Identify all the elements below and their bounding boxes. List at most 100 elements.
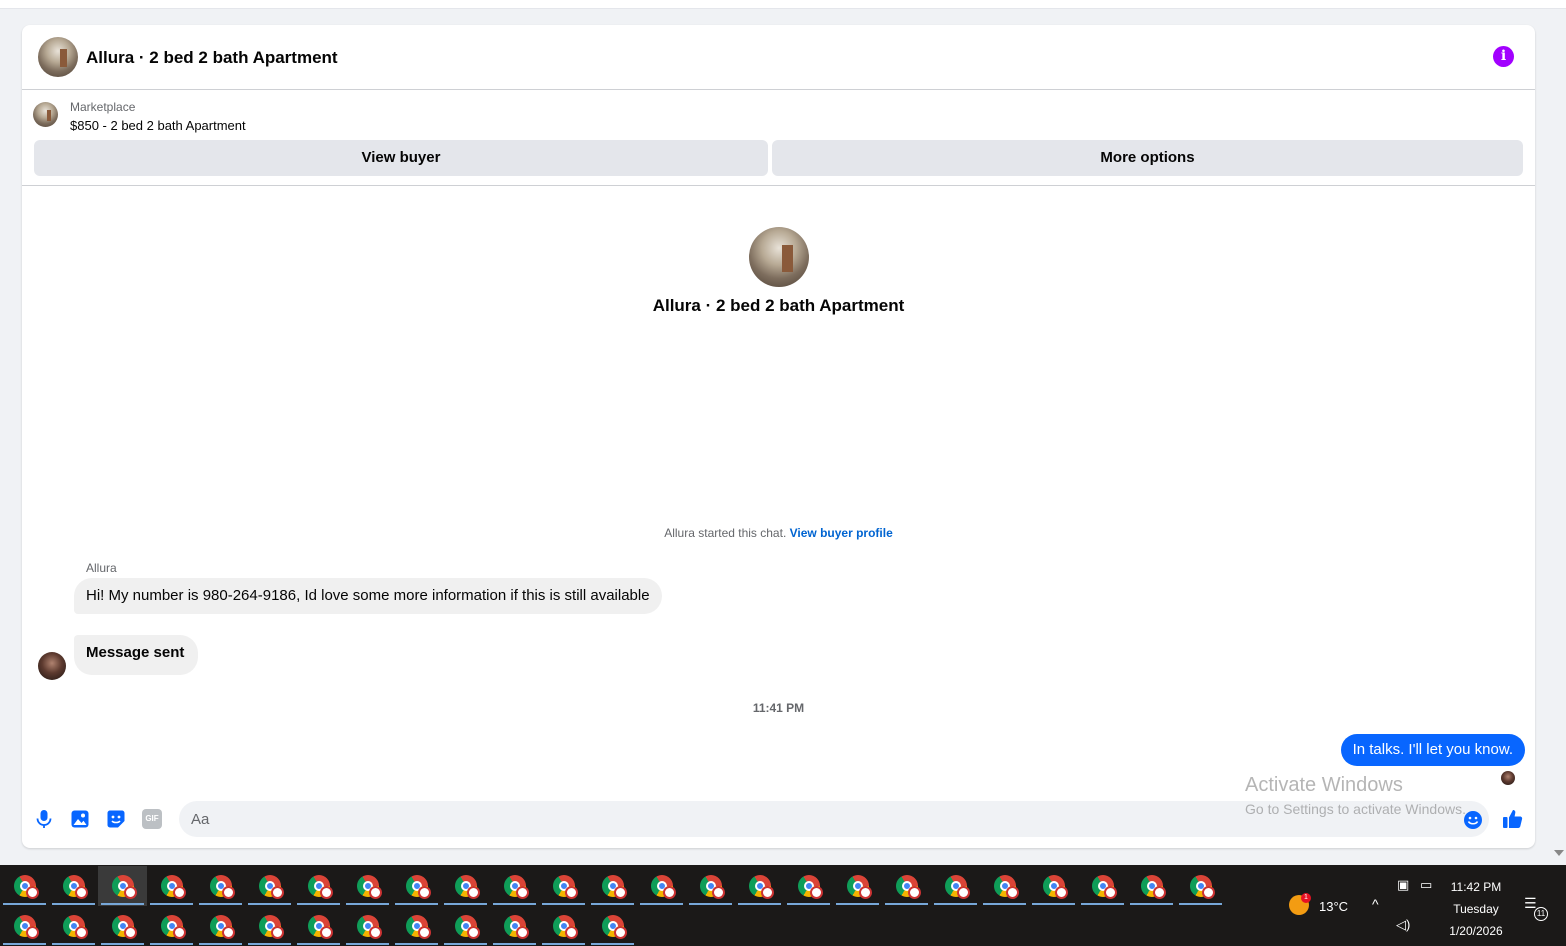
listing-thumbnail[interactable] [33,102,58,127]
incoming-message[interactable]: Hi! My number is 980-264-9186, Id love s… [74,578,662,614]
taskbar-chrome-window[interactable] [98,866,147,906]
clock-date: 1/20/2026 [1449,924,1503,938]
taskbar-chrome-window[interactable] [294,906,343,946]
profile-badge-icon [320,886,333,899]
meet-now-icon[interactable]: ▣ [1397,877,1409,893]
taskbar-chrome-window[interactable] [539,906,588,946]
sender-avatar[interactable] [38,652,66,680]
taskbar-chrome-window[interactable] [343,906,392,946]
chat-title[interactable]: Allura · 2 bed 2 bath Apartment [86,48,338,68]
profile-badge-icon [369,926,382,939]
profile-badge-icon [173,886,186,899]
scroll-down-arrow[interactable] [1554,850,1564,856]
profile-badge-icon [75,886,88,899]
clock-time: 11:42 PM [1450,880,1502,894]
taskbar-chrome-window[interactable] [735,866,784,906]
taskbar-chrome-window[interactable] [882,866,931,906]
conversation-title: Allura · 2 bed 2 bath Apartment [652,296,905,315]
emoji-icon[interactable] [1463,810,1483,830]
profile-badge-icon [75,926,88,939]
volume-icon[interactable]: ◁) [1396,917,1410,933]
taskbar-chrome-window[interactable] [196,866,245,906]
profile-badge-icon [271,926,284,939]
taskbar-chrome-window[interactable] [490,866,539,906]
listing-price-title[interactable]: $850 - 2 bed 2 bath Apartment [70,118,246,133]
profile-badge-icon [222,926,235,939]
taskbar-chrome-window[interactable] [294,866,343,906]
incoming-message[interactable]: Message sent [74,635,199,675]
taskbar-chrome-window[interactable] [245,866,294,906]
profile-badge-icon [516,926,529,939]
taskbar-chrome-window[interactable] [588,906,637,946]
profile-badge-icon [369,886,382,899]
taskbar-chrome-window[interactable] [1127,866,1176,906]
info-icon[interactable]: i [1493,46,1514,67]
chevron-up-icon[interactable]: ^ [1372,896,1379,912]
taskbar-chrome-window[interactable] [343,866,392,906]
profile-badge-icon [1104,886,1117,899]
listing-avatar[interactable] [38,37,78,77]
outgoing-message[interactable]: In talks. I'll let you know. [1340,734,1525,766]
photo-icon[interactable] [70,809,90,829]
taskbar-chrome-window[interactable] [539,866,588,906]
temperature[interactable]: 13°C [1319,899,1348,914]
profile-badge-icon [614,926,627,939]
profile-badge-icon [124,926,137,939]
taskbar-chrome-window[interactable] [833,866,882,906]
taskbar-chrome-window[interactable] [49,906,98,946]
taskbar-chrome-window[interactable] [0,866,49,906]
profile-badge-icon [516,886,529,899]
profile-badge-icon [565,886,578,899]
taskbar-chrome-window[interactable] [441,906,490,946]
chat-panel: Allura · 2 bed 2 bath Apartment i Market… [22,25,1535,848]
profile-badge-icon [173,926,186,939]
taskbar-chrome-window[interactable] [392,866,441,906]
thumbs-up-icon[interactable] [1502,808,1524,830]
taskbar-chrome-window[interactable] [784,866,833,906]
taskbar-chrome-window[interactable] [686,866,735,906]
profile-badge-icon [26,886,39,899]
taskbar-chrome-window[interactable] [931,866,980,906]
profile-badge-icon [663,886,676,899]
conversation-avatar[interactable] [749,227,809,287]
view-buyer-button[interactable]: View buyer [34,140,768,176]
taskbar-chrome-window[interactable] [1176,866,1225,906]
taskbar-chrome-window[interactable] [1029,866,1078,906]
taskbar-chrome-window[interactable] [245,906,294,946]
profile-badge-icon [320,926,333,939]
taskbar-chrome-window[interactable] [1078,866,1127,906]
chat-started-text: Allura started this chat. [664,526,787,540]
taskbar-chrome-window[interactable] [147,906,196,946]
gif-icon[interactable]: GIF [142,809,162,829]
sticker-icon[interactable] [106,809,126,829]
taskbar-chrome-window[interactable] [980,866,1029,906]
profile-badge-icon [908,886,921,899]
listing-card: Marketplace $850 - 2 bed 2 bath Apartmen… [22,91,1535,186]
taskbar-chrome-window[interactable] [490,906,539,946]
taskbar-chrome-window[interactable] [0,906,49,946]
network-icon[interactable]: ▭ [1420,877,1432,893]
system-clock[interactable]: 11:42 PM Tuesday 1/20/2026 [1438,876,1514,942]
view-buyer-profile-link[interactable]: View buyer profile [790,526,893,540]
microphone-icon[interactable] [34,809,54,829]
profile-badge-icon [810,886,823,899]
chat-started-notice: Allura started this chat. View buyer pro… [22,526,1535,540]
profile-badge-icon [26,926,39,939]
taskbar-chrome-window[interactable] [196,906,245,946]
taskbar-chrome-window[interactable] [98,906,147,946]
taskbar-chrome-window[interactable] [441,866,490,906]
notification-count: 11 [1534,907,1548,921]
clock-day: Tuesday [1453,902,1499,916]
profile-badge-icon [1153,886,1166,899]
profile-badge-icon [222,886,235,899]
taskbar-chrome-window[interactable] [147,866,196,906]
more-options-button[interactable]: More options [772,140,1523,176]
taskbar-chrome-window[interactable] [588,866,637,906]
taskbar-chrome-window[interactable] [49,866,98,906]
taskbar-chrome-window[interactable] [637,866,686,906]
profile-badge-icon [712,886,725,899]
taskbar-chrome-window[interactable] [392,906,441,946]
chat-header: Allura · 2 bed 2 bath Apartment i [22,25,1535,90]
message-input[interactable] [179,801,1489,837]
profile-badge-icon [1202,886,1215,899]
